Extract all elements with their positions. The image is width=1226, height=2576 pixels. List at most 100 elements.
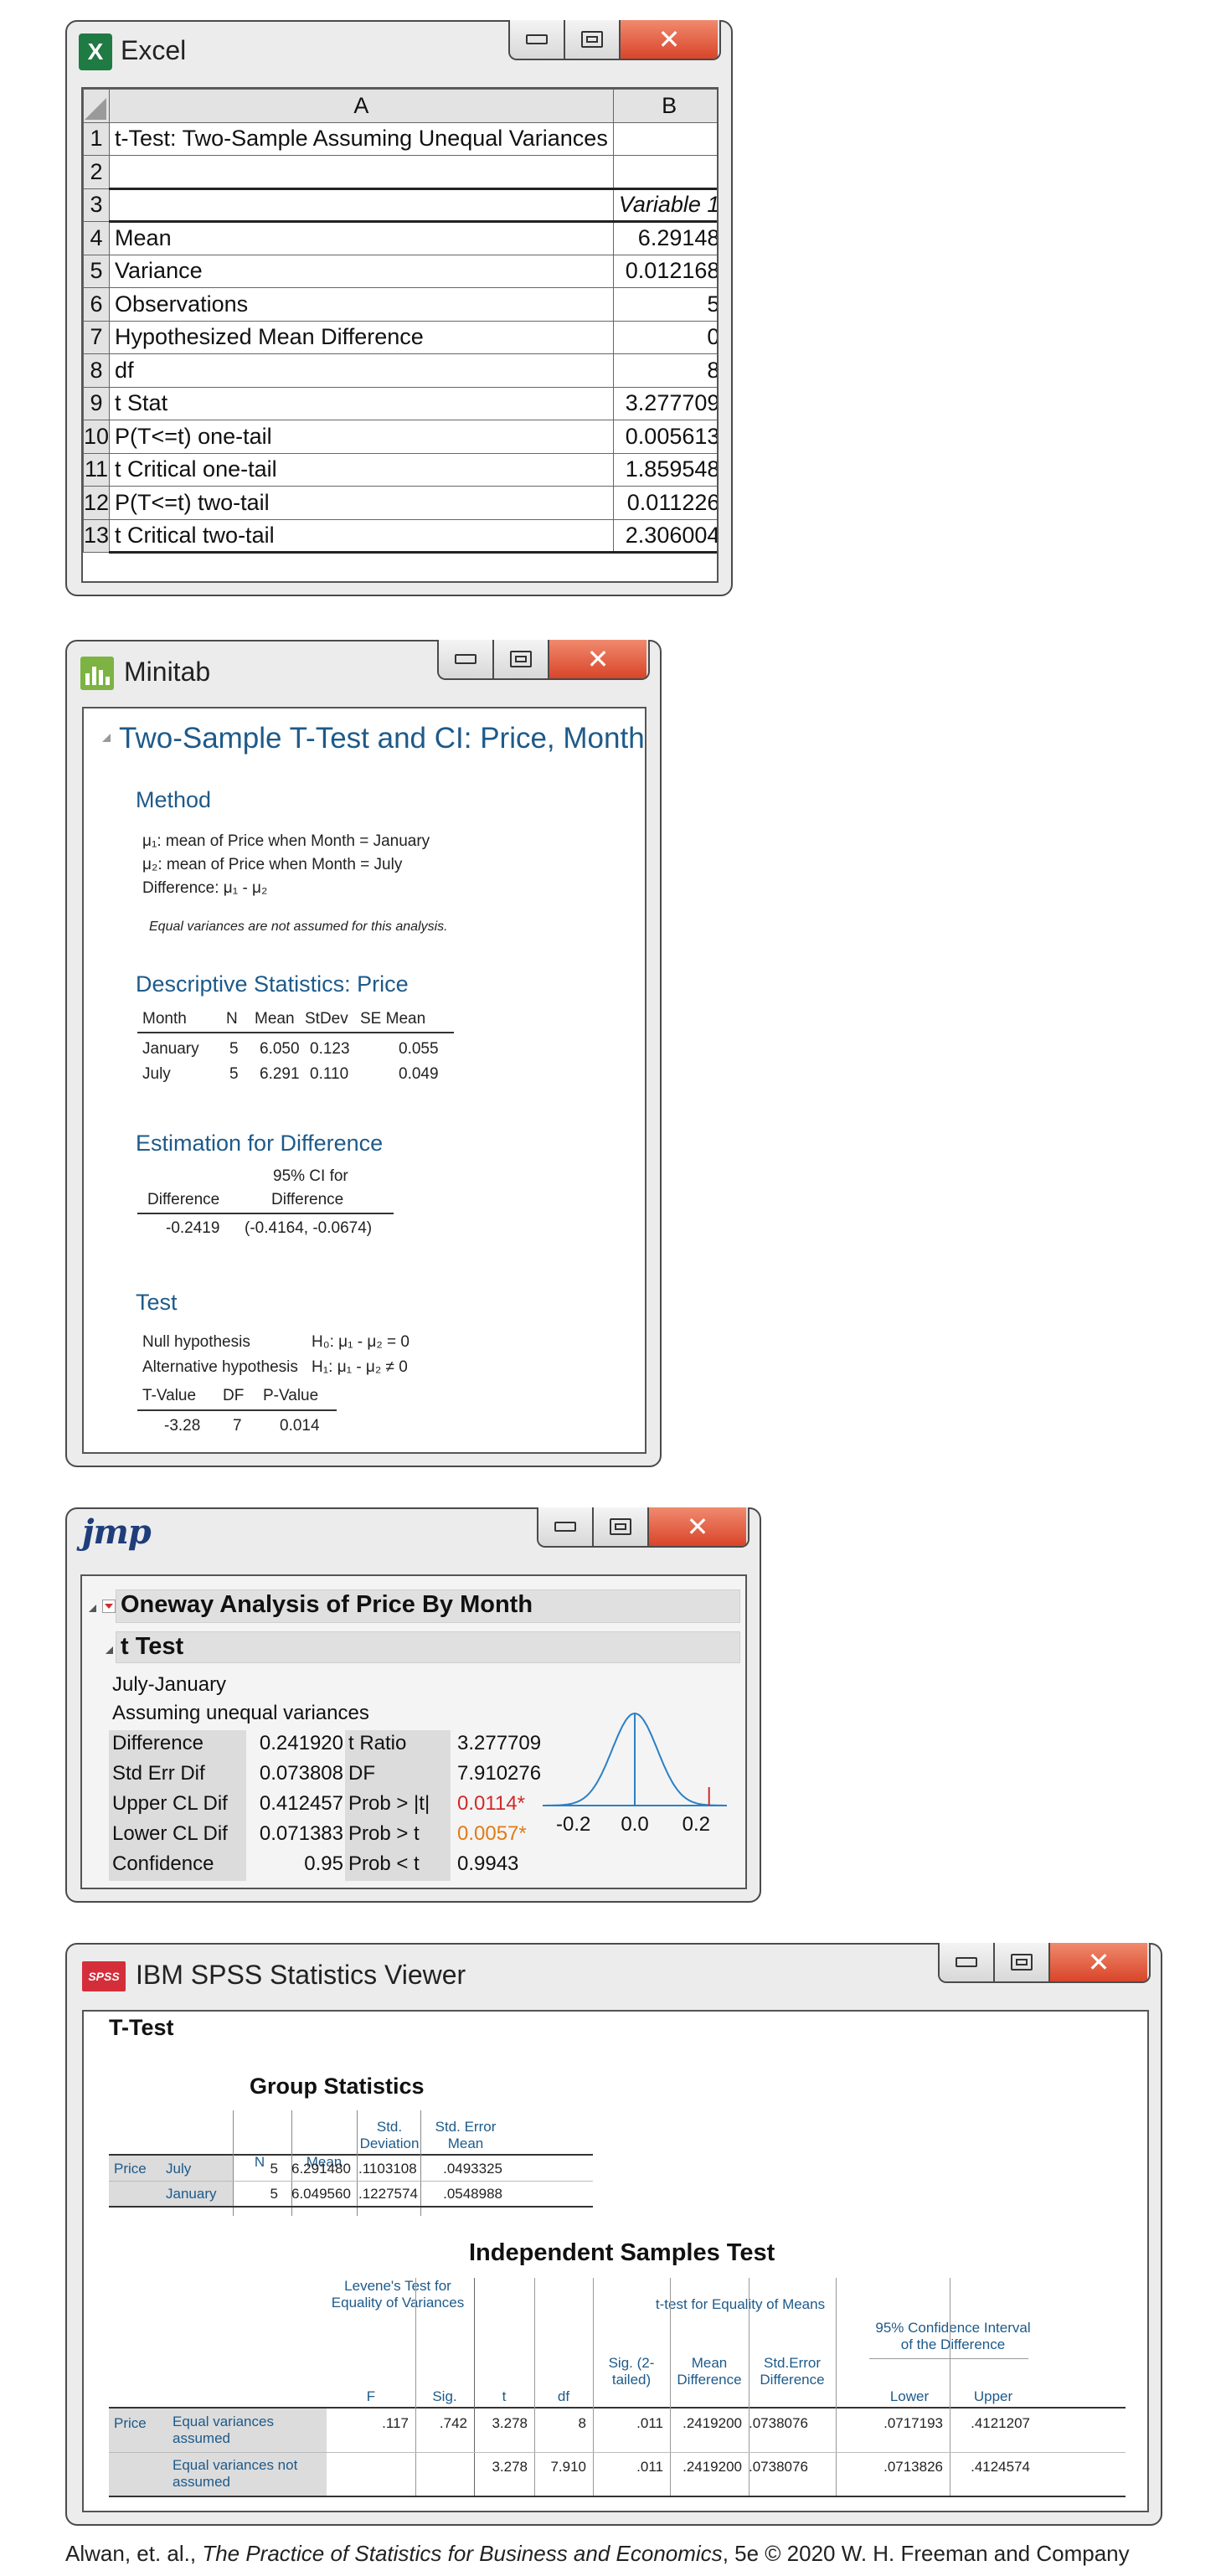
cell-b10[interactable]: 0.005613 bbox=[612, 420, 717, 454]
excel-window: X Excel ✕ A B C 1t-Test: Two-Sample Assu… bbox=[65, 20, 733, 596]
ttest-header: t-test for Equality of Means bbox=[655, 2296, 826, 2312]
row-number-11[interactable]: 11 bbox=[83, 452, 111, 487]
column-header-a[interactable]: A bbox=[109, 89, 614, 123]
spreadsheet-grid: A B C 1t-Test: Two-Sample Assuming Unequ… bbox=[83, 89, 717, 554]
row-number-2[interactable]: 2 bbox=[83, 155, 111, 189]
table-cell: .0717193 bbox=[883, 2415, 943, 2431]
variable-label: Price bbox=[109, 2156, 156, 2181]
table-cell: .011 bbox=[636, 2415, 663, 2431]
row-number-1[interactable]: 1 bbox=[83, 121, 111, 156]
row-number-7[interactable]: 7 bbox=[83, 320, 111, 354]
cell-a13[interactable]: t Critical two-tail bbox=[109, 518, 614, 554]
row-number-3[interactable]: 3 bbox=[83, 188, 111, 222]
close-button[interactable]: ✕ bbox=[549, 640, 646, 678]
cell-b6[interactable]: 5 bbox=[612, 287, 717, 322]
group-statistics-title: Group Statistics bbox=[250, 2074, 425, 2099]
table-cell: 8 bbox=[578, 2415, 586, 2431]
select-all-triangle-icon bbox=[85, 97, 107, 120]
row-number-6[interactable]: 6 bbox=[83, 287, 111, 322]
method-line: μ₁: mean of Price when Month = January bbox=[142, 832, 430, 850]
cell-a10[interactable]: P(T<=t) one-tail bbox=[109, 420, 614, 454]
maximize-button[interactable] bbox=[594, 1507, 649, 1546]
cell-a8[interactable]: df bbox=[109, 353, 614, 388]
sheet-row: 10 P(T<=t) one-tail 0.005613 bbox=[83, 420, 717, 454]
method-heading: Method bbox=[136, 787, 212, 812]
cell-a5[interactable]: Variance bbox=[109, 254, 614, 288]
sheet-row: 12 P(T<=t) two-tail 0.011226 bbox=[83, 486, 717, 520]
close-button[interactable]: ✕ bbox=[1050, 1943, 1147, 1981]
window-title: IBM SPSS Statistics Viewer bbox=[136, 1960, 466, 1990]
maximize-button[interactable] bbox=[995, 1943, 1050, 1981]
column-header-b[interactable]: B bbox=[612, 89, 717, 123]
subsection-header[interactable] bbox=[116, 1631, 740, 1663]
test-heading: Test bbox=[136, 1290, 178, 1315]
cell-b4[interactable]: 6.29148 bbox=[612, 221, 717, 255]
column-header: Std. Error Mean bbox=[435, 2119, 497, 2151]
row-number-12[interactable]: 12 bbox=[83, 486, 111, 520]
maximize-icon bbox=[581, 31, 603, 48]
cell-b2[interactable] bbox=[612, 155, 717, 189]
cell-a3[interactable] bbox=[109, 187, 614, 223]
collapse-triangle-icon[interactable] bbox=[102, 734, 111, 742]
table-cell: 6.291 bbox=[260, 1065, 300, 1083]
close-button[interactable]: ✕ bbox=[649, 1507, 746, 1546]
close-button[interactable]: ✕ bbox=[621, 20, 718, 59]
column-header: Month bbox=[142, 1010, 187, 1028]
row-number-5[interactable]: 5 bbox=[83, 254, 111, 288]
close-icon: ✕ bbox=[586, 643, 610, 675]
cell-a6[interactable]: Observations bbox=[109, 287, 614, 322]
cell-a1[interactable]: t-Test: Two-Sample Assuming Unequal Vari… bbox=[109, 121, 614, 156]
minimize-button[interactable] bbox=[510, 20, 565, 59]
report-pane: Oneway Analysis of Price By Month t Test… bbox=[80, 1574, 747, 1889]
header-rule bbox=[137, 1213, 394, 1214]
test-table: T-Value DF P-Value -3.28 7 0.014 bbox=[137, 1383, 355, 1444]
close-icon: ✕ bbox=[686, 1511, 709, 1543]
minimize-button[interactable] bbox=[940, 1943, 995, 1981]
maximize-button[interactable] bbox=[494, 640, 549, 678]
cell-a2[interactable] bbox=[109, 155, 614, 189]
stat-value: 0.412457 bbox=[259, 1792, 343, 1815]
disclosure-triangle-icon[interactable] bbox=[89, 1605, 96, 1612]
column-header: t bbox=[502, 2388, 507, 2404]
row-number-4[interactable]: 4 bbox=[83, 221, 111, 255]
cell-a11[interactable]: t Critical one-tail bbox=[109, 452, 614, 487]
cell-a12[interactable]: P(T<=t) two-tail bbox=[109, 486, 614, 520]
cell-b13[interactable]: 2.306004 bbox=[612, 518, 717, 554]
stat-value: 0.241920 bbox=[259, 1732, 343, 1754]
minimize-button[interactable] bbox=[538, 1507, 594, 1546]
row-number-13[interactable]: 13 bbox=[83, 518, 111, 553]
cell-b12[interactable]: 0.011226 bbox=[612, 486, 717, 520]
cell-b1[interactable] bbox=[612, 121, 717, 156]
null-hypothesis-value: H₀: μ₁ - μ₂ = 0 bbox=[312, 1333, 410, 1351]
column-header: SE Mean bbox=[360, 1010, 426, 1028]
stat-label: Difference bbox=[112, 1732, 203, 1754]
minimize-button[interactable] bbox=[439, 640, 494, 678]
cell-a7[interactable]: Hypothesized Mean Difference bbox=[109, 320, 614, 354]
cell-b5[interactable]: 0.012168 bbox=[612, 254, 717, 288]
cell-b11[interactable]: 1.859548 bbox=[612, 452, 717, 487]
table-cell: .2419200 bbox=[683, 2415, 742, 2431]
cell-a4[interactable]: Mean bbox=[109, 221, 614, 255]
citation: Alwan, et. al., The Practice of Statisti… bbox=[65, 2541, 1130, 2567]
table-cell: 0.123 bbox=[310, 1040, 350, 1058]
red-triangle-menu-icon[interactable] bbox=[102, 1600, 116, 1613]
maximize-button[interactable] bbox=[565, 20, 621, 59]
window-controls: ✕ bbox=[437, 640, 650, 680]
row-number-9[interactable]: 9 bbox=[83, 386, 111, 420]
column-header: df bbox=[557, 2388, 570, 2404]
select-all-corner[interactable] bbox=[83, 89, 111, 123]
cell-b8[interactable]: 8 bbox=[612, 353, 717, 388]
comparison-label: July-January bbox=[112, 1673, 227, 1696]
cell-a9[interactable]: t Stat bbox=[109, 386, 614, 420]
table-cell: 0.049 bbox=[399, 1065, 439, 1083]
minimize-icon bbox=[455, 654, 476, 664]
row-number-10[interactable]: 10 bbox=[83, 420, 111, 454]
column-header: StDev bbox=[305, 1010, 348, 1028]
sheet-row: 13 t Critical two-tail 2.306004 bbox=[83, 518, 717, 554]
disclosure-triangle-icon[interactable] bbox=[106, 1646, 113, 1654]
cell-b9[interactable]: 3.277709 bbox=[612, 386, 717, 420]
estimation-heading: Estimation for Difference bbox=[136, 1131, 384, 1156]
cell-b3[interactable]: Variable 1 bbox=[612, 187, 717, 223]
row-number-8[interactable]: 8 bbox=[83, 353, 111, 388]
cell-b7[interactable]: 0 bbox=[612, 320, 717, 354]
